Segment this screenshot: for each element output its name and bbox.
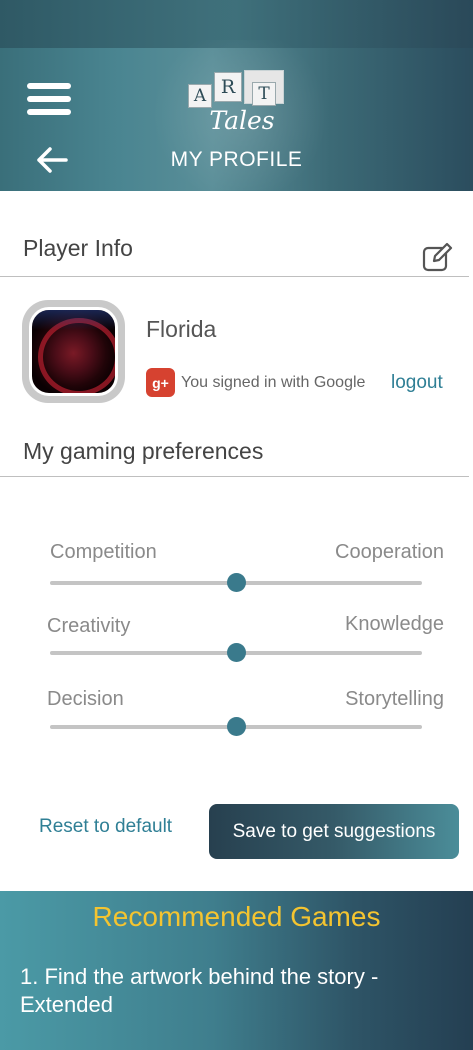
slider-right-label: Cooperation (335, 541, 444, 563)
hamburger-menu-icon[interactable] (27, 83, 71, 117)
slider-right-label: Knowledge (345, 613, 444, 635)
logo-tile-t: T (252, 82, 276, 106)
avatar (22, 300, 125, 403)
signin-status-text: You signed in with Google (181, 374, 366, 391)
edit-icon[interactable] (421, 242, 453, 274)
logo-script-text: Tales (209, 106, 275, 135)
art-tales-logo: A R T Tales (186, 68, 286, 138)
menu-bar (27, 96, 71, 102)
preferences-title: My gaming preferences (23, 438, 264, 464)
save-suggestions-button[interactable]: Save to get suggestions (209, 804, 459, 859)
slider-thumb[interactable] (226, 643, 246, 662)
recommended-games-panel: Recommended Games 1. Find the artwork be… (0, 891, 473, 1050)
slider-competition-cooperation[interactable] (50, 573, 422, 593)
player-info-title: Player Info (23, 235, 133, 261)
slider-thumb[interactable] (226, 573, 246, 592)
reset-default-button[interactable]: Reset to default (39, 816, 172, 838)
divider (0, 476, 469, 477)
player-name: Florida (146, 316, 217, 342)
slider-left-label: Competition (50, 541, 157, 563)
edit-icon-svg (422, 242, 453, 272)
slider-decision-storytelling[interactable] (50, 717, 422, 737)
avatar-image (29, 307, 118, 396)
page-title: MY PROFILE (170, 148, 303, 171)
header: A R T Tales MY PROFILE (0, 0, 473, 191)
logout-link[interactable]: logout (391, 372, 443, 394)
recommended-title: Recommended Games (92, 901, 381, 932)
menu-bar (27, 109, 71, 115)
slider-creativity-knowledge[interactable] (50, 643, 422, 663)
menu-bar (27, 83, 71, 89)
recommended-game-item[interactable]: 1. Find the artwork behind the story - E… (20, 963, 460, 1019)
profile-page: A R T Tales MY PROFILE Player Info Flori… (0, 0, 473, 1050)
slider-right-label: Storytelling (345, 688, 444, 710)
logo-tile-r: R (214, 72, 242, 102)
slider-left-label: Creativity (47, 615, 131, 637)
slider-left-label: Decision (47, 688, 124, 710)
slider-thumb[interactable] (226, 717, 246, 736)
google-plus-icon: g+ (146, 368, 175, 397)
logo-tile-a: A (188, 84, 212, 108)
divider (0, 276, 469, 277)
